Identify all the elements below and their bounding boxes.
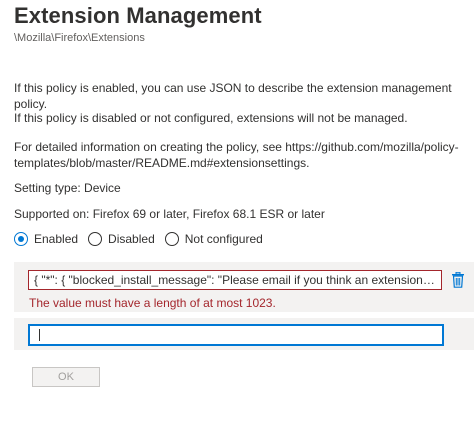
policy-state-radio-group: Enabled Disabled Not configured bbox=[14, 230, 273, 248]
json-value-input[interactable]: { "*": { "blocked_install_message": "Ple… bbox=[28, 270, 442, 290]
radio-disabled-label: Disabled bbox=[108, 232, 155, 246]
enabled-description: If this policy is enabled, you can use J… bbox=[14, 81, 452, 111]
info-line-2: templates/blob/master/README.md#extensio… bbox=[14, 156, 310, 170]
breadcrumb: \Mozilla\Firefox\Extensions bbox=[14, 32, 145, 44]
trash-icon[interactable] bbox=[451, 272, 465, 288]
setting-type: Setting type: Device bbox=[14, 181, 121, 195]
new-value-row bbox=[14, 318, 474, 350]
value-list-row: { "*": { "blocked_install_message": "Ple… bbox=[14, 262, 474, 312]
radio-disabled[interactable]: Disabled bbox=[88, 232, 155, 246]
radio-not-configured-label: Not configured bbox=[184, 232, 263, 246]
radio-not-configured[interactable]: Not configured bbox=[164, 232, 263, 246]
disabled-description: If this policy is disabled or not config… bbox=[14, 111, 408, 125]
ok-button[interactable]: OK bbox=[32, 367, 100, 387]
policy-panel: Extension Management \Mozilla\Firefox\Ex… bbox=[0, 0, 474, 428]
text-caret bbox=[39, 329, 40, 341]
radio-enabled[interactable]: Enabled bbox=[14, 232, 78, 246]
info-description: For detailed information on creating the… bbox=[14, 139, 464, 171]
page-title: Extension Management bbox=[14, 3, 262, 28]
supported-on: Supported on: Firefox 69 or later, Firef… bbox=[14, 207, 325, 221]
radio-enabled-label: Enabled bbox=[34, 232, 79, 246]
radio-disabled-indicator[interactable] bbox=[88, 232, 103, 246]
new-value-input[interactable] bbox=[28, 324, 444, 346]
validation-error: The value must have a length of at most … bbox=[29, 296, 276, 310]
radio-enabled-indicator[interactable] bbox=[14, 232, 28, 246]
radio-not-configured-indicator[interactable] bbox=[164, 232, 179, 246]
info-line-1: For detailed information on creating the… bbox=[14, 140, 459, 154]
